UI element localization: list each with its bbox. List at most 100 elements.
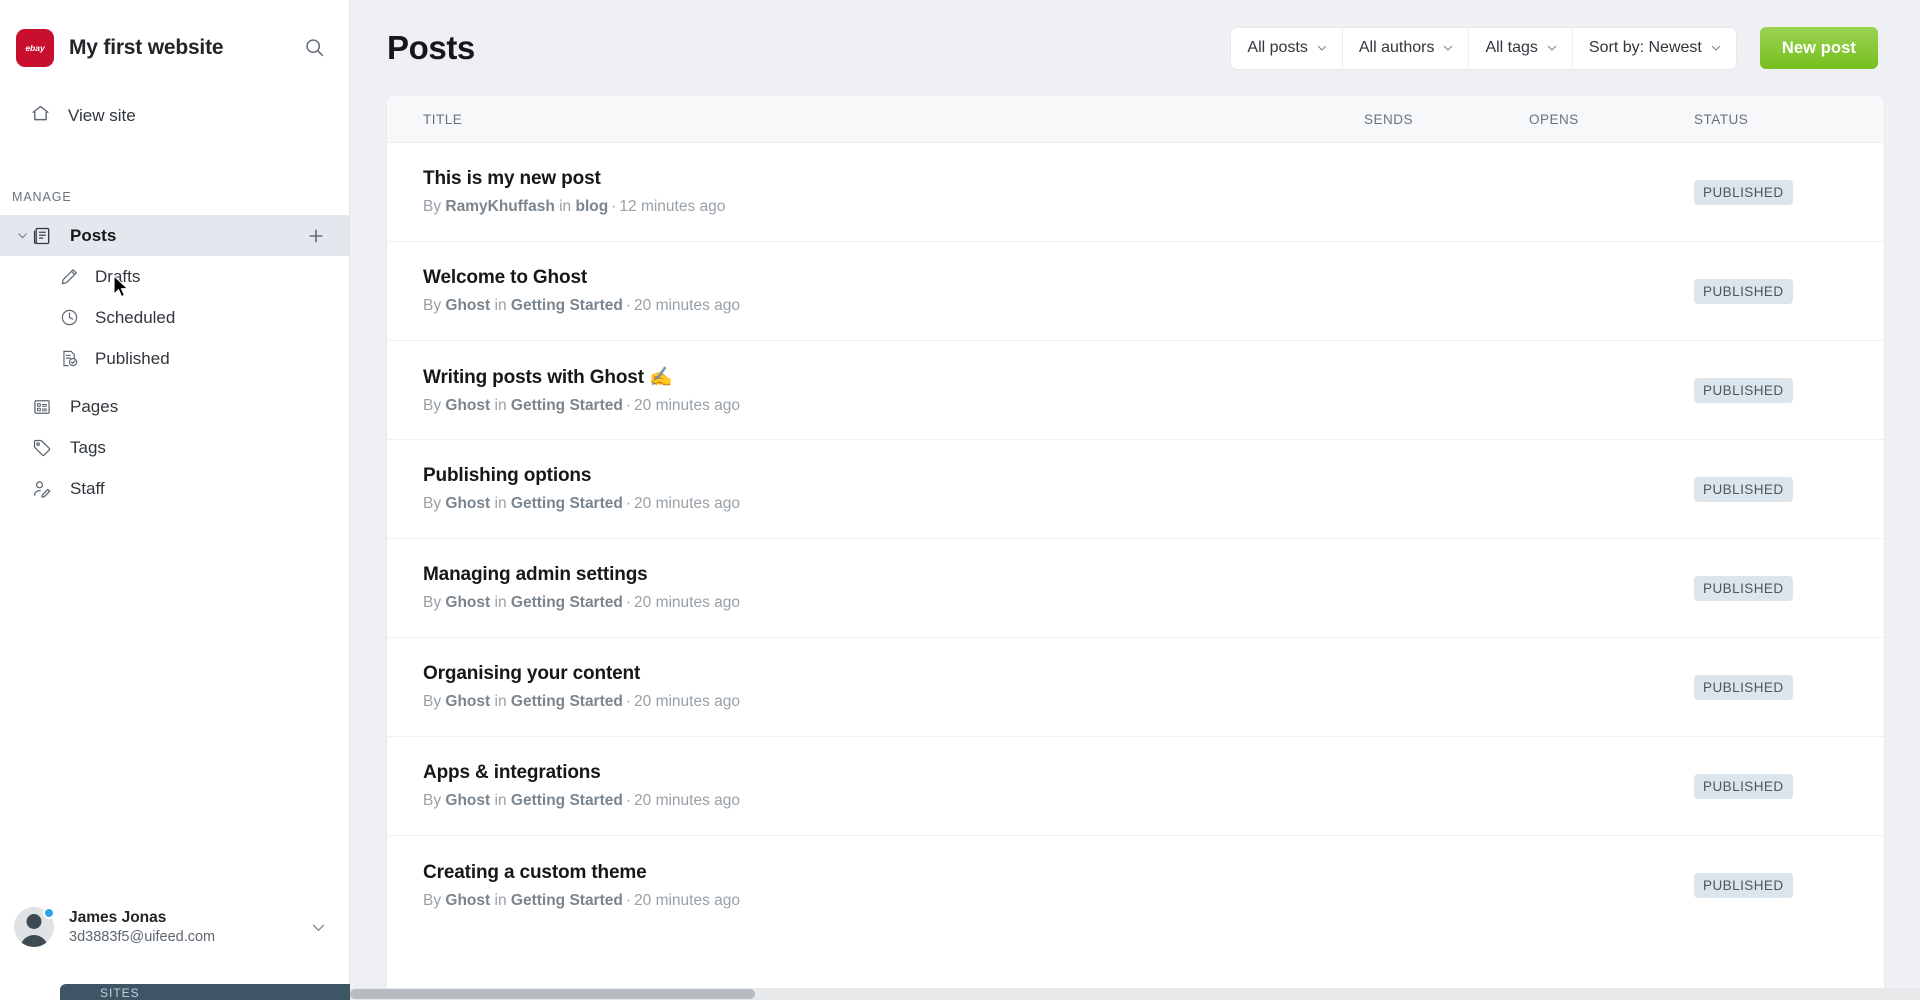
published-doc-icon <box>60 349 84 368</box>
post-tag[interactable]: Getting Started <box>511 297 623 314</box>
post-status-cell: PUBLISHED <box>1694 476 1884 502</box>
post-title[interactable]: This is my new post <box>423 168 1364 190</box>
sidebar-item-staff[interactable]: Staff <box>0 468 349 509</box>
filter-sort-by[interactable]: Sort by: Newest <box>1573 28 1736 69</box>
sidebar-item-tags[interactable]: Tags <box>0 427 349 468</box>
post-author[interactable]: Ghost <box>445 693 490 710</box>
post-tag[interactable]: Getting Started <box>511 892 623 909</box>
user-email: 3d3883f5@uifeed.com <box>69 929 216 946</box>
sidebar-item-label: Tags <box>70 437 106 457</box>
view-site-label: View site <box>68 106 136 125</box>
by-prefix: By <box>423 297 442 314</box>
filter-all-posts[interactable]: All posts <box>1231 27 1343 69</box>
new-post-button[interactable]: New post <box>1759 27 1878 69</box>
by-prefix: By <box>423 594 442 611</box>
post-time: 20 minutes ago <box>634 891 741 909</box>
sidebar-item-scheduled[interactable]: Scheduled <box>0 297 349 338</box>
post-author[interactable]: Ghost <box>445 397 490 414</box>
post-cell: Organising your content By Ghost in Getti… <box>423 659 1364 715</box>
post-title[interactable]: Publishing options <box>423 465 1364 487</box>
post-title[interactable]: Welcome to Ghost <box>423 267 1364 289</box>
post-tag[interactable]: Getting Started <box>511 495 623 512</box>
table-row[interactable]: Welcome to Ghost By Ghost in Getting Star… <box>387 242 1884 341</box>
post-cell: Managing admin settings By Ghost in Getti… <box>423 560 1364 616</box>
column-header-status: STATUS <box>1694 111 1749 127</box>
table-row[interactable]: Publishing options By Ghost in Getting St… <box>387 440 1884 539</box>
sidebar-item-drafts[interactable]: Drafts <box>0 256 349 297</box>
by-prefix: By <box>423 891 442 909</box>
post-meta: By Ghost in Getting Started · 20 minutes a… <box>423 495 1364 513</box>
post-meta: By RamyKhuffash in blog · 12 minutes ago <box>423 198 1364 216</box>
post-author[interactable]: Ghost <box>445 495 490 512</box>
table-row[interactable]: Organising your content By Ghost in Getti… <box>387 638 1884 737</box>
post-author[interactable]: Ghost <box>445 892 490 909</box>
user-menu[interactable]: James Jonas 3d3883f5@uifeed.com <box>0 884 349 970</box>
post-status-cell: PUBLISHED <box>1694 773 1884 799</box>
post-cell: Creating a custom theme By Ghost in Getti… <box>423 858 1364 914</box>
toolbar: Posts All posts All authors All tags Sor… <box>350 0 1920 96</box>
status-badge: PUBLISHED <box>1694 476 1793 502</box>
post-tag[interactable]: Getting Started <box>511 693 623 710</box>
post-cell: Publishing options By Ghost in Getting St… <box>423 461 1364 517</box>
sidebar-item-label: Published <box>95 348 170 368</box>
post-status-cell: PUBLISHED <box>1694 575 1884 601</box>
ebay-logo-icon[interactable]: ebay <box>16 28 54 67</box>
post-time: 20 minutes ago <box>634 693 741 710</box>
post-title[interactable]: Writing posts with Ghost ✍️ <box>423 365 1364 389</box>
site-title: My first website <box>69 35 224 59</box>
post-tag[interactable]: Getting Started <box>511 594 623 611</box>
filter-label: Sort by: Newest <box>1588 39 1702 56</box>
post-author[interactable]: Ghost <box>445 297 490 314</box>
column-header-title: TITLE <box>423 111 463 127</box>
filter-all-tags[interactable]: All tags <box>1469 27 1573 69</box>
chevron-down-icon[interactable] <box>310 919 327 936</box>
chevron-down-icon <box>1710 42 1722 54</box>
status-badge: PUBLISHED <box>1694 873 1793 898</box>
plus-icon[interactable] <box>305 225 327 247</box>
post-cell: This is my new post By RamyKhuffash in bl… <box>423 164 1364 220</box>
table-row[interactable]: Managing admin settings By Ghost in Getti… <box>387 539 1884 638</box>
post-author[interactable]: Ghost <box>445 594 490 611</box>
post-author[interactable]: RamyKhuffash <box>445 198 554 215</box>
post-meta: By Ghost in Getting Started · 20 minutes a… <box>423 792 1364 810</box>
pages-icon <box>32 397 58 417</box>
chevron-down-icon[interactable] <box>12 229 32 242</box>
post-title[interactable]: Creating a custom theme <box>423 862 1364 884</box>
by-prefix: By <box>423 495 442 512</box>
main-content: Posts All posts All authors All tags Sor… <box>350 0 1920 1000</box>
post-tag[interactable]: blog <box>576 198 609 215</box>
meta-separator: · <box>625 594 632 611</box>
horizontal-scrollbar[interactable] <box>350 988 1920 1000</box>
post-author[interactable]: Ghost <box>445 792 490 809</box>
meta-separator: · <box>611 198 617 215</box>
chevron-down-icon <box>1316 42 1328 54</box>
meta-separator: · <box>625 792 632 809</box>
view-site-link[interactable]: View site <box>0 95 349 137</box>
post-title[interactable]: Apps & integrations <box>423 762 1364 784</box>
user-text: James Jonas 3d3883f5@uifeed.com <box>69 908 215 947</box>
sidebar-item-pages[interactable]: Pages <box>0 386 349 427</box>
table-row[interactable]: This is my new post By RamyKhuffash in bl… <box>387 143 1884 242</box>
table-row[interactable]: Creating a custom theme By Ghost in Getti… <box>387 836 1884 935</box>
in-word: in <box>494 297 507 314</box>
home-icon <box>30 103 51 129</box>
search-icon[interactable] <box>297 31 331 65</box>
post-tag[interactable]: Getting Started <box>511 397 623 414</box>
post-title[interactable]: Managing admin settings <box>423 564 1364 586</box>
sidebar-item-posts[interactable]: Posts <box>0 215 349 256</box>
sidebar-item-published[interactable]: Published <box>0 338 349 379</box>
by-prefix: By <box>423 792 442 809</box>
scrollbar-thumb[interactable] <box>350 989 755 999</box>
sidebar-item-label: Drafts <box>95 266 141 286</box>
column-header-opens: OPENS <box>1529 111 1579 127</box>
post-meta: By Ghost in Getting Started · 20 minutes a… <box>423 892 1364 910</box>
post-tag[interactable]: Getting Started <box>511 792 623 809</box>
post-title[interactable]: Organising your content <box>423 663 1364 685</box>
table-row[interactable]: Apps & integrations By Ghost in Getting S… <box>387 737 1884 836</box>
status-badge: PUBLISHED <box>1694 278 1793 304</box>
filter-all-authors[interactable]: All authors <box>1343 27 1470 69</box>
in-word: in <box>494 594 507 611</box>
table-row[interactable]: Writing posts with Ghost ✍️ By Ghost in G… <box>387 341 1884 440</box>
post-time: 20 minutes ago <box>634 594 741 611</box>
in-word: in <box>494 792 507 809</box>
